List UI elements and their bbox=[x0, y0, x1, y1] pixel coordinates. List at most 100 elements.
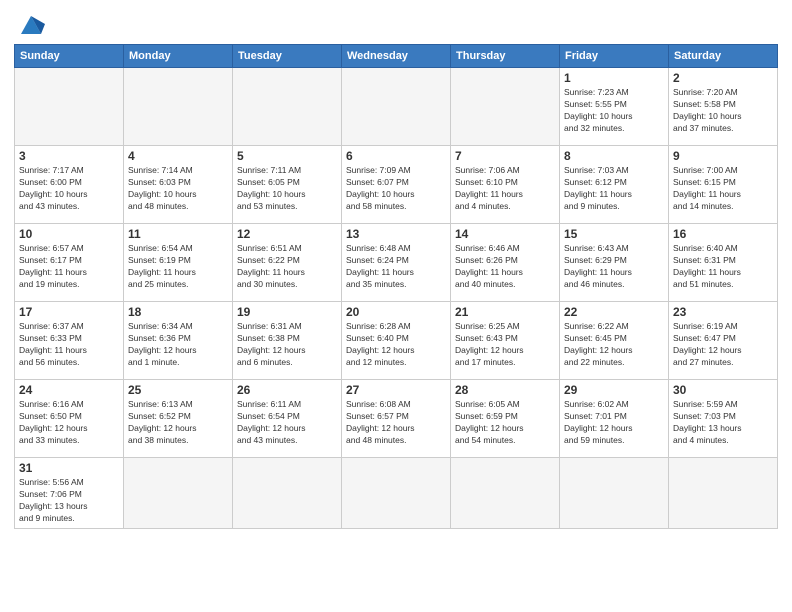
day-number: 21 bbox=[455, 305, 555, 319]
day-number: 2 bbox=[673, 71, 773, 85]
day-info: Sunrise: 6:19 AM Sunset: 6:47 PM Dayligh… bbox=[673, 321, 773, 369]
col-header-wednesday: Wednesday bbox=[342, 45, 451, 68]
col-header-saturday: Saturday bbox=[669, 45, 778, 68]
calendar-cell: 14Sunrise: 6:46 AM Sunset: 6:26 PM Dayli… bbox=[451, 224, 560, 302]
day-info: Sunrise: 6:02 AM Sunset: 7:01 PM Dayligh… bbox=[564, 399, 664, 447]
day-info: Sunrise: 6:16 AM Sunset: 6:50 PM Dayligh… bbox=[19, 399, 119, 447]
calendar-cell: 20 Sunrise: 6:28 AM Sunset: 6:40 PM Dayli… bbox=[342, 302, 451, 380]
calendar-cell: 15 Sunrise: 6:43 AM Sunset: 6:29 PM Dayli… bbox=[560, 224, 669, 302]
day-info: Sunrise: 6:05 AM Sunset: 6:59 PM Dayligh… bbox=[455, 399, 555, 447]
calendar-cell: 30Sunrise: 5:59 AM Sunset: 7:03 PM Dayli… bbox=[669, 380, 778, 458]
day-info: Sunrise: 7:20 AM Sunset: 5:58 PM Dayligh… bbox=[673, 87, 773, 135]
day-number: 27 bbox=[346, 383, 446, 397]
calendar-cell bbox=[669, 458, 778, 529]
calendar-cell: 13 Sunrise: 6:48 AM Sunset: 6:24 PM Dayli… bbox=[342, 224, 451, 302]
header bbox=[14, 10, 778, 38]
calendar-cell bbox=[451, 68, 560, 146]
calendar-cell: 18Sunrise: 6:34 AM Sunset: 6:36 PM Dayli… bbox=[124, 302, 233, 380]
day-info: Sunrise: 6:31 AM Sunset: 6:38 PM Dayligh… bbox=[237, 321, 337, 369]
logo bbox=[14, 10, 45, 38]
day-info: Sunrise: 6:54 AM Sunset: 6:19 PM Dayligh… bbox=[128, 243, 228, 291]
calendar-cell bbox=[342, 458, 451, 529]
calendar-cell: 27 Sunrise: 6:08 AM Sunset: 6:57 PM Dayli… bbox=[342, 380, 451, 458]
day-number: 20 bbox=[346, 305, 446, 319]
col-header-friday: Friday bbox=[560, 45, 669, 68]
day-info: Sunrise: 7:03 AM Sunset: 6:12 PM Dayligh… bbox=[564, 165, 664, 213]
calendar-header-row: SundayMondayTuesdayWednesdayThursdayFrid… bbox=[15, 45, 778, 68]
day-info: Sunrise: 6:11 AM Sunset: 6:54 PM Dayligh… bbox=[237, 399, 337, 447]
col-header-thursday: Thursday bbox=[451, 45, 560, 68]
calendar-cell: 25 Sunrise: 6:13 AM Sunset: 6:52 PM Dayli… bbox=[124, 380, 233, 458]
calendar-cell bbox=[124, 458, 233, 529]
calendar-cell: 8 Sunrise: 7:03 AM Sunset: 6:12 PM Daylig… bbox=[560, 146, 669, 224]
calendar-cell: 21Sunrise: 6:25 AM Sunset: 6:43 PM Dayli… bbox=[451, 302, 560, 380]
day-info: Sunrise: 6:28 AM Sunset: 6:40 PM Dayligh… bbox=[346, 321, 446, 369]
day-number: 24 bbox=[19, 383, 119, 397]
day-info: Sunrise: 5:59 AM Sunset: 7:03 PM Dayligh… bbox=[673, 399, 773, 447]
calendar-cell: 12Sunrise: 6:51 AM Sunset: 6:22 PM Dayli… bbox=[233, 224, 342, 302]
day-number: 26 bbox=[237, 383, 337, 397]
calendar-cell bbox=[560, 458, 669, 529]
day-number: 19 bbox=[237, 305, 337, 319]
calendar-cell bbox=[15, 68, 124, 146]
calendar-cell: 2 Sunrise: 7:20 AM Sunset: 5:58 PM Daylig… bbox=[669, 68, 778, 146]
day-info: Sunrise: 5:56 AM Sunset: 7:06 PM Dayligh… bbox=[19, 477, 119, 525]
day-number: 8 bbox=[564, 149, 664, 163]
week-row-2: 10 Sunrise: 6:57 AM Sunset: 6:17 PM Dayli… bbox=[15, 224, 778, 302]
day-number: 17 bbox=[19, 305, 119, 319]
calendar-cell: 17 Sunrise: 6:37 AM Sunset: 6:33 PM Dayli… bbox=[15, 302, 124, 380]
col-header-sunday: Sunday bbox=[15, 45, 124, 68]
week-row-3: 17 Sunrise: 6:37 AM Sunset: 6:33 PM Dayli… bbox=[15, 302, 778, 380]
day-info: Sunrise: 7:11 AM Sunset: 6:05 PM Dayligh… bbox=[237, 165, 337, 213]
day-number: 16 bbox=[673, 227, 773, 241]
day-info: Sunrise: 6:51 AM Sunset: 6:22 PM Dayligh… bbox=[237, 243, 337, 291]
day-number: 5 bbox=[237, 149, 337, 163]
day-info: Sunrise: 7:23 AM Sunset: 5:55 PM Dayligh… bbox=[564, 87, 664, 135]
day-info: Sunrise: 6:43 AM Sunset: 6:29 PM Dayligh… bbox=[564, 243, 664, 291]
day-number: 31 bbox=[19, 461, 119, 475]
day-number: 11 bbox=[128, 227, 228, 241]
calendar-cell: 19 Sunrise: 6:31 AM Sunset: 6:38 PM Dayli… bbox=[233, 302, 342, 380]
calendar-cell: 11 Sunrise: 6:54 AM Sunset: 6:19 PM Dayli… bbox=[124, 224, 233, 302]
day-number: 15 bbox=[564, 227, 664, 241]
day-number: 23 bbox=[673, 305, 773, 319]
calendar-cell bbox=[124, 68, 233, 146]
day-info: Sunrise: 7:06 AM Sunset: 6:10 PM Dayligh… bbox=[455, 165, 555, 213]
week-row-1: 3Sunrise: 7:17 AM Sunset: 6:00 PM Daylig… bbox=[15, 146, 778, 224]
calendar-cell: 5 Sunrise: 7:11 AM Sunset: 6:05 PM Daylig… bbox=[233, 146, 342, 224]
calendar-cell: 7 Sunrise: 7:06 AM Sunset: 6:10 PM Daylig… bbox=[451, 146, 560, 224]
day-info: Sunrise: 6:34 AM Sunset: 6:36 PM Dayligh… bbox=[128, 321, 228, 369]
week-row-0: 1 Sunrise: 7:23 AM Sunset: 5:55 PM Daylig… bbox=[15, 68, 778, 146]
calendar-cell: 22 Sunrise: 6:22 AM Sunset: 6:45 PM Dayli… bbox=[560, 302, 669, 380]
day-number: 6 bbox=[346, 149, 446, 163]
day-number: 4 bbox=[128, 149, 228, 163]
day-number: 1 bbox=[564, 71, 664, 85]
day-info: Sunrise: 6:37 AM Sunset: 6:33 PM Dayligh… bbox=[19, 321, 119, 369]
day-number: 10 bbox=[19, 227, 119, 241]
calendar-cell: 23 Sunrise: 6:19 AM Sunset: 6:47 PM Dayli… bbox=[669, 302, 778, 380]
day-info: Sunrise: 7:09 AM Sunset: 6:07 PM Dayligh… bbox=[346, 165, 446, 213]
day-info: Sunrise: 6:48 AM Sunset: 6:24 PM Dayligh… bbox=[346, 243, 446, 291]
day-info: Sunrise: 6:22 AM Sunset: 6:45 PM Dayligh… bbox=[564, 321, 664, 369]
col-header-tuesday: Tuesday bbox=[233, 45, 342, 68]
week-row-4: 24 Sunrise: 6:16 AM Sunset: 6:50 PM Dayli… bbox=[15, 380, 778, 458]
calendar-cell: 3Sunrise: 7:17 AM Sunset: 6:00 PM Daylig… bbox=[15, 146, 124, 224]
day-number: 7 bbox=[455, 149, 555, 163]
calendar: SundayMondayTuesdayWednesdayThursdayFrid… bbox=[14, 44, 778, 529]
logo-icon bbox=[17, 10, 45, 38]
calendar-cell: 29 Sunrise: 6:02 AM Sunset: 7:01 PM Dayli… bbox=[560, 380, 669, 458]
calendar-cell: 4 Sunrise: 7:14 AM Sunset: 6:03 PM Daylig… bbox=[124, 146, 233, 224]
day-info: Sunrise: 6:08 AM Sunset: 6:57 PM Dayligh… bbox=[346, 399, 446, 447]
day-info: Sunrise: 7:14 AM Sunset: 6:03 PM Dayligh… bbox=[128, 165, 228, 213]
day-number: 13 bbox=[346, 227, 446, 241]
calendar-cell: 16Sunrise: 6:40 AM Sunset: 6:31 PM Dayli… bbox=[669, 224, 778, 302]
day-number: 25 bbox=[128, 383, 228, 397]
day-info: Sunrise: 6:46 AM Sunset: 6:26 PM Dayligh… bbox=[455, 243, 555, 291]
day-number: 29 bbox=[564, 383, 664, 397]
day-info: Sunrise: 7:17 AM Sunset: 6:00 PM Dayligh… bbox=[19, 165, 119, 213]
calendar-cell: 26 Sunrise: 6:11 AM Sunset: 6:54 PM Dayli… bbox=[233, 380, 342, 458]
day-info: Sunrise: 6:13 AM Sunset: 6:52 PM Dayligh… bbox=[128, 399, 228, 447]
day-number: 22 bbox=[564, 305, 664, 319]
week-row-5: 31 Sunrise: 5:56 AM Sunset: 7:06 PM Dayli… bbox=[15, 458, 778, 529]
day-info: Sunrise: 6:57 AM Sunset: 6:17 PM Dayligh… bbox=[19, 243, 119, 291]
